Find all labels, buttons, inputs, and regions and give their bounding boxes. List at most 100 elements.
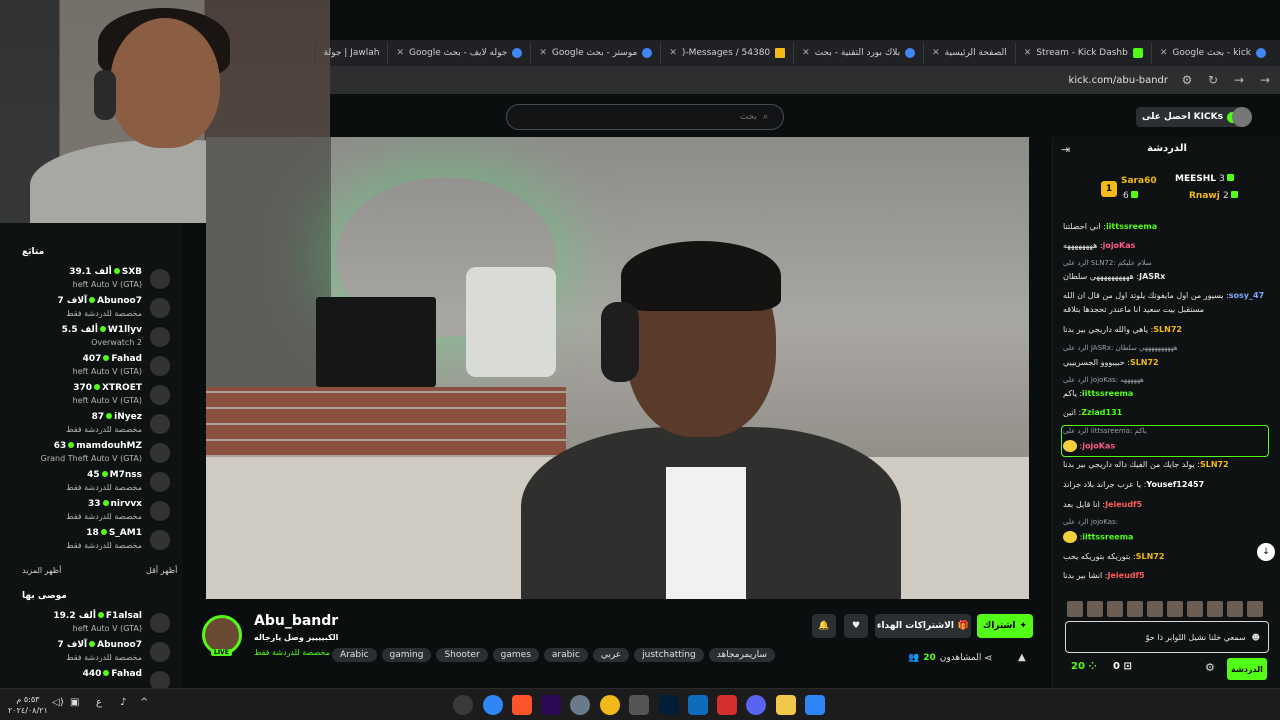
tag-chip[interactable]: games bbox=[492, 648, 539, 662]
forward-icon[interactable]: → bbox=[1232, 73, 1246, 87]
sidebar-channel[interactable]: 63 mamdouhMZ Grand Theft Auto V (GTA) bbox=[0, 440, 182, 469]
browser-tab[interactable]: الصفحة الرئيسية ✕ bbox=[923, 42, 1015, 64]
browser-tab[interactable]: Messages / 54380-(✕ bbox=[660, 42, 793, 64]
tag-chip[interactable]: justchatting bbox=[634, 648, 704, 662]
send-chat-button[interactable]: الدردشة bbox=[1227, 658, 1267, 680]
reload-icon[interactable]: ↻ bbox=[1206, 73, 1220, 87]
sidebar-channel[interactable]: 407 Fahad heft Auto V (GTA) bbox=[0, 353, 182, 382]
chat-message[interactable]: SLN72: حبيبووو الجسريييي bbox=[1063, 358, 1271, 367]
chat-username[interactable]: SLN72 bbox=[1200, 460, 1229, 469]
chat-message[interactable]: Zziad131: اتين bbox=[1063, 408, 1271, 417]
gear-icon[interactable]: ⚙ bbox=[1205, 661, 1215, 674]
points-balance[interactable]: 20 ⁘ bbox=[1071, 661, 1097, 672]
show-more-link[interactable]: أظهر المزيد bbox=[22, 566, 61, 575]
emote[interactable] bbox=[1167, 601, 1183, 617]
sidebar-channel[interactable]: 87 iNyez مخصصة للدردشة فقط bbox=[0, 411, 182, 440]
tag-chip[interactable]: ساريمرمجاهد bbox=[708, 648, 775, 662]
premiere-icon[interactable] bbox=[541, 695, 561, 715]
gifter-entry[interactable]: Sara60 bbox=[1121, 176, 1157, 186]
emote[interactable] bbox=[1247, 601, 1263, 617]
chat-username[interactable]: Yousef12457 bbox=[1146, 480, 1204, 489]
photoshop-icon[interactable] bbox=[659, 695, 679, 715]
chat-username[interactable]: jojoKas bbox=[1103, 241, 1136, 250]
emote[interactable] bbox=[1087, 601, 1103, 617]
close-icon[interactable]: ✕ bbox=[396, 48, 404, 58]
share-icon[interactable]: ⋖ bbox=[984, 653, 992, 664]
chat-username[interactable]: Jeieudf5 bbox=[1108, 571, 1145, 580]
chat-message[interactable]: Jeieudf5: انشا بير بدنا bbox=[1063, 571, 1271, 580]
sidebar-channel[interactable]: 7 آلاف Abunoo7 مخصصة للدردشة فقط bbox=[0, 639, 182, 668]
settings-app-icon[interactable] bbox=[570, 695, 590, 715]
reply-context[interactable]: الرد على JASRx: ههههههههههي سلطان bbox=[1063, 344, 1178, 352]
chevron-up-icon[interactable]: ^ bbox=[140, 697, 148, 708]
emote[interactable] bbox=[1227, 601, 1243, 617]
gifter-entry[interactable]: MEESHL 3 bbox=[1175, 174, 1234, 184]
emote[interactable] bbox=[1127, 601, 1143, 617]
kicks-balance[interactable]: 0 ⊡ bbox=[1113, 661, 1132, 672]
network-icon[interactable]: ▣ bbox=[70, 697, 79, 708]
emote[interactable] bbox=[1147, 601, 1163, 617]
chat-username[interactable]: iittssreema bbox=[1106, 222, 1157, 231]
reply-context[interactable]: الرد على jojoKas: bbox=[1063, 518, 1118, 526]
emote[interactable] bbox=[1187, 601, 1203, 617]
browser-tab[interactable]: Stream - Kick Dashb ✕ bbox=[1014, 42, 1151, 64]
language-indicator[interactable]: ع bbox=[96, 697, 102, 708]
browser-tab[interactable]: kick - بحث Google ✕ bbox=[1150, 42, 1274, 64]
sidebar-channel[interactable]: 39.1 ألف SXB heft Auto V (GTA) bbox=[0, 266, 182, 295]
chat-message[interactable]: jojoKas: bbox=[1063, 440, 1271, 452]
sidebar-channel[interactable]: 45 M7nss مخصصة للدردشة فقط bbox=[0, 469, 182, 498]
search-input[interactable] bbox=[517, 112, 757, 122]
subscribe-button[interactable]: اشتراك ✦ bbox=[977, 614, 1033, 638]
chat-username[interactable]: iittssreema bbox=[1082, 533, 1133, 542]
chat-username[interactable]: jojoKas bbox=[1082, 442, 1115, 451]
chat-message[interactable]: sosy_47: بسيور من اول مايفوتك يلوتد اول … bbox=[1063, 291, 1271, 300]
taskview-icon[interactable] bbox=[453, 695, 473, 715]
chat-message[interactable]: SLN72: ياهي والله داريجي بير بدنا bbox=[1063, 325, 1271, 334]
clock[interactable]: ٥:٥٣ م ٢٠٢٤/٠٨/٢١ bbox=[8, 694, 48, 716]
windows-icon[interactable] bbox=[805, 695, 825, 715]
tag-chip[interactable]: Arabic bbox=[332, 648, 377, 662]
discord-icon[interactable] bbox=[746, 695, 766, 715]
reply-context[interactable]: الرد على iittssreema: ياكم bbox=[1063, 427, 1147, 435]
scroll-to-bottom-button[interactable]: ↓ bbox=[1257, 543, 1275, 561]
chat-message[interactable]: SLN72: يولد جايك من الفيك داله داريجي بي… bbox=[1063, 460, 1271, 469]
sidebar-channel[interactable]: 33 nirvvx مخصصة للدردشة فقط bbox=[0, 498, 182, 527]
reply-context[interactable]: الرد على jojoKas: ههههههه bbox=[1063, 376, 1144, 384]
emoji-icon[interactable]: ☻ bbox=[1252, 633, 1260, 642]
chat-input[interactable]: سمعي خلنا نشيل اللوابر ذا حوّ ☻ bbox=[1065, 621, 1269, 653]
chat-username[interactable]: SLN72 bbox=[1136, 552, 1165, 561]
calculator-icon[interactable] bbox=[629, 695, 649, 715]
video-player[interactable] bbox=[206, 137, 1029, 599]
chrome-icon[interactable] bbox=[483, 695, 503, 715]
gifter-entry[interactable]: Rnawj 2 bbox=[1189, 191, 1238, 201]
volume-icon[interactable]: ◁) bbox=[52, 697, 64, 708]
chat-username[interactable]: SLN72 bbox=[1153, 325, 1182, 334]
chat-message[interactable]: iittssreema: اني احضلتنا bbox=[1063, 222, 1271, 231]
sidebar-channel[interactable]: 7 آلاف Abunoo7 مخصصة للدردشة فقط bbox=[0, 295, 182, 324]
sidebar-channel[interactable]: 18 S_AM1 مخصصة للدردشة فقط bbox=[0, 527, 182, 556]
browser-tab[interactable]: Jawlah | جولة bbox=[314, 42, 388, 64]
chrome-icon[interactable] bbox=[600, 695, 620, 715]
chat-username[interactable]: sosy_47 bbox=[1229, 291, 1264, 300]
browser-tab[interactable]: موستر - بحث Google ✕ bbox=[530, 42, 660, 64]
report-icon[interactable]: ▲ bbox=[1018, 652, 1026, 663]
streamer-name[interactable]: Abu_bandr bbox=[254, 613, 338, 629]
emote[interactable] bbox=[1067, 601, 1083, 617]
site-settings-icon[interactable]: ⚙ bbox=[1180, 73, 1194, 87]
close-icon[interactable]: ✕ bbox=[1160, 48, 1168, 58]
chat-message[interactable]: مستقبل بيت سعيد انا ماعندر تحجدها بتلاقه bbox=[1063, 305, 1271, 314]
chat-username[interactable]: iittssreema bbox=[1082, 389, 1133, 398]
user-avatar[interactable] bbox=[1232, 107, 1252, 127]
browser-tab[interactable]: جوله لايف - بحث Google ✕ bbox=[387, 42, 530, 64]
emote[interactable] bbox=[1107, 601, 1123, 617]
tag-chip[interactable]: Shooter bbox=[436, 648, 488, 662]
chat-username[interactable]: JASRx bbox=[1139, 272, 1165, 281]
close-icon[interactable]: ✕ bbox=[932, 48, 940, 58]
chat-message[interactable]: SLN72: بتوريكه بتوريكه يحب bbox=[1063, 552, 1271, 561]
notify-button[interactable]: 🔔 bbox=[812, 614, 836, 638]
chat-username[interactable]: SLN72 bbox=[1130, 358, 1159, 367]
tag-chip[interactable]: عربي bbox=[592, 648, 630, 662]
close-icon[interactable]: ✕ bbox=[669, 48, 677, 58]
tag-chip[interactable]: arabic bbox=[543, 648, 588, 662]
browser-tab[interactable]: بلاك بورد التقنية - بحث ✕ bbox=[793, 42, 923, 64]
